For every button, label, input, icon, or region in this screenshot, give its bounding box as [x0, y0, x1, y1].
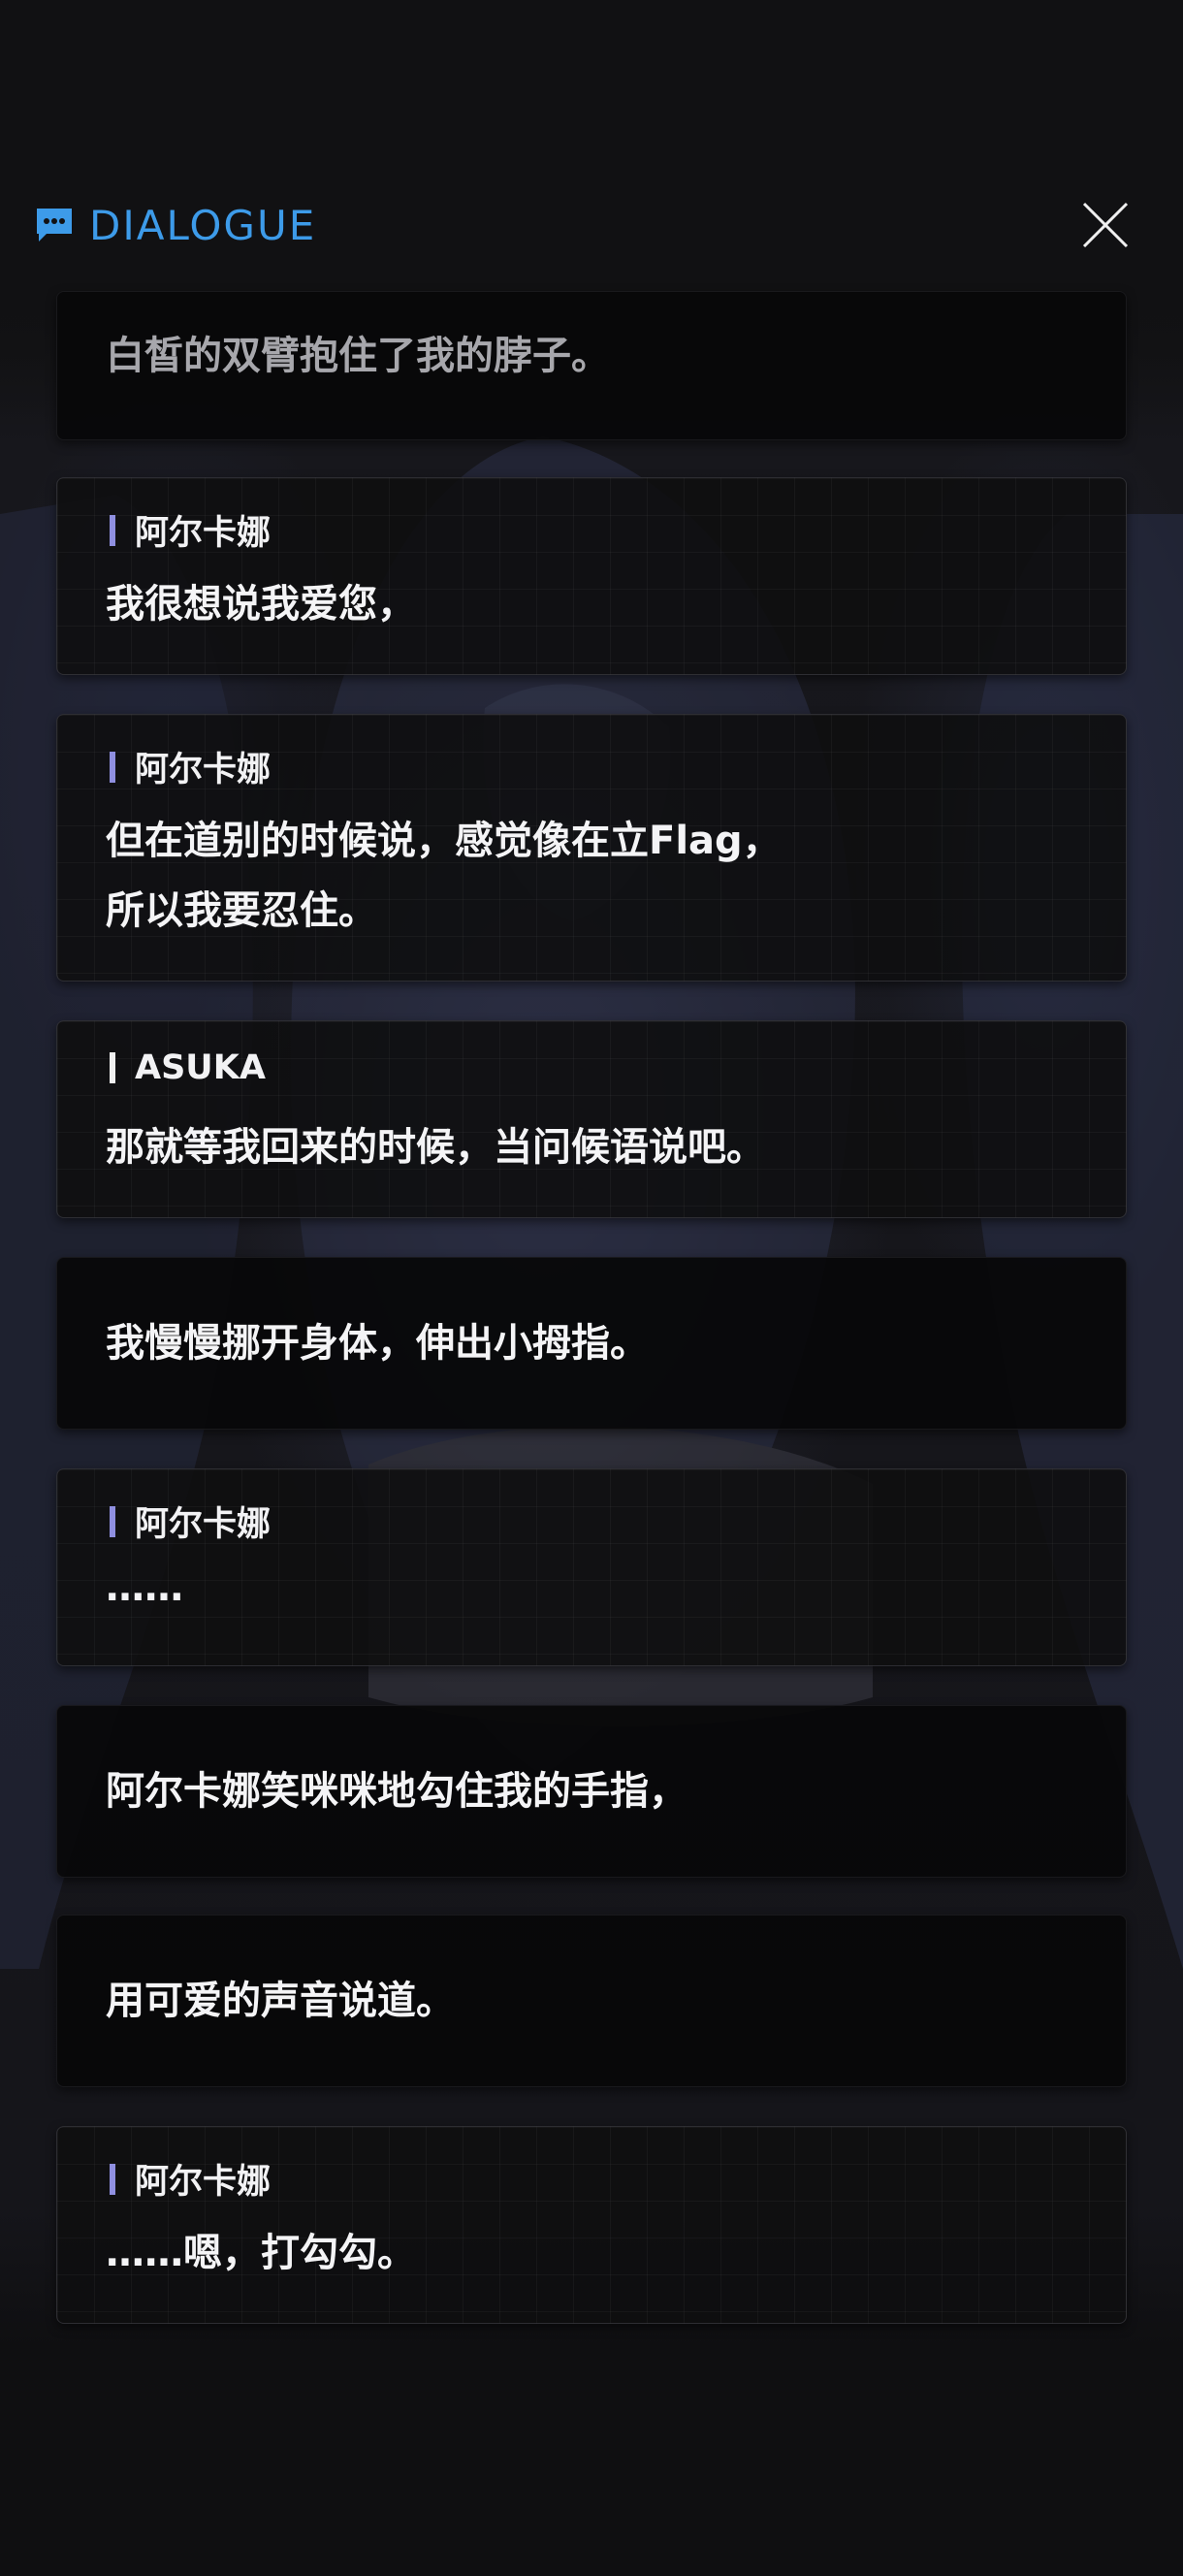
dialogue-entry: ASUKA 那就等我回来的时候，当问候语说吧。	[56, 1020, 1127, 1218]
dialogue-line: 我很想说我爱您，	[106, 582, 416, 627]
dialogue-line: 用可爱的声音说道。	[106, 1979, 455, 2023]
dialogue-entry: 阿尔卡娜笑咪咪地勾住我的手指，	[56, 1705, 1127, 1878]
dialogue-line: 那就等我回来的时候，当问候语说吧。	[106, 1125, 765, 1170]
dialogue-line: 我慢慢挪开身体，伸出小拇指。	[106, 1321, 649, 1366]
dialogue-line: 但在道别的时候说，感觉像在立Flag，	[106, 819, 782, 863]
speaker-marker	[110, 1505, 115, 1537]
speaker-label: ASUKA	[135, 1048, 266, 1087]
speaker-marker	[110, 1052, 115, 1083]
dialogue-header: DIALOGUE	[0, 184, 1183, 262]
speaker-label: 阿尔卡娜	[135, 1505, 272, 1544]
speaker-name: ASUKA	[110, 1048, 266, 1087]
speaker-name: 阿尔卡娜	[110, 505, 271, 555]
speaker-label: 阿尔卡娜	[135, 514, 272, 553]
speaker-name: 阿尔卡娜	[110, 2154, 271, 2204]
header-title-group: DIALOGUE	[33, 202, 316, 249]
dialogue-entry: 白皙的双臂抱住了我的脖子。	[56, 291, 1127, 440]
close-icon	[1082, 202, 1129, 248]
speaker-name: 阿尔卡娜	[110, 1497, 271, 1546]
speaker-marker	[110, 2163, 115, 2195]
speaker-label: 阿尔卡娜	[135, 2163, 272, 2202]
dialogue-entry: 阿尔卡娜 但在道别的时候说，感觉像在立Flag， 所以我要忍住。	[56, 714, 1127, 982]
dialogue-line: ……	[106, 1565, 183, 1610]
dialogue-entry: 我慢慢挪开身体，伸出小拇指。	[56, 1257, 1127, 1430]
speaker-name: 阿尔卡娜	[110, 742, 271, 791]
close-button[interactable]	[1078, 198, 1133, 252]
header-title: DIALOGUE	[89, 202, 317, 249]
dialogue-log-screen: DIALOGUE 白皙的双臂抱住了我的脖子。 阿尔卡娜 我很想说我爱您， 阿尔卡…	[0, 0, 1183, 2576]
speaker-marker	[110, 751, 115, 783]
dialogue-entry: 阿尔卡娜 我很想说我爱您，	[56, 477, 1127, 675]
dialogue-line: 白皙的双臂抱住了我的脖子。	[106, 334, 610, 378]
dialogue-entry: 阿尔卡娜 ……嗯，打勾勾。	[56, 2126, 1127, 2324]
dialogue-line: 所以我要忍住。	[106, 888, 377, 933]
speaker-label: 阿尔卡娜	[135, 751, 272, 789]
dialogue-line: ……嗯，打勾勾。	[106, 2231, 416, 2275]
dialogue-entry: 阿尔卡娜 ……	[56, 1468, 1127, 1666]
chat-bubble-icon	[37, 208, 72, 242]
dialogue-line: 阿尔卡娜笑咪咪地勾住我的手指，	[106, 1769, 687, 1814]
speaker-marker	[110, 514, 115, 546]
dialogue-entry: 用可爱的声音说道。	[56, 1915, 1127, 2087]
